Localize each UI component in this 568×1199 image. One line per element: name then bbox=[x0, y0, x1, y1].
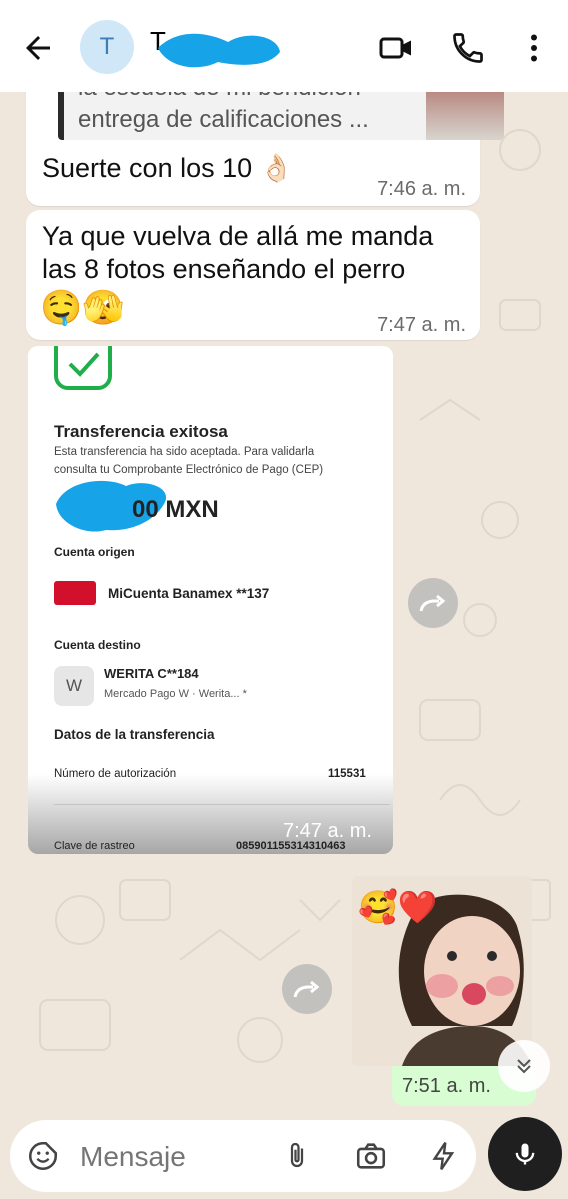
message-time: 7:46 a. m. bbox=[377, 178, 466, 200]
forward-icon bbox=[293, 980, 320, 998]
forward-icon bbox=[419, 594, 446, 612]
origin-account: MiCuenta Banamex **137 bbox=[108, 586, 270, 601]
photo-message[interactable]: 🥰❤️ bbox=[352, 876, 532, 1066]
video-call-icon[interactable] bbox=[378, 30, 414, 66]
dest-sub: Mercado Pago W · Werita... * bbox=[104, 688, 247, 700]
back-arrow-icon[interactable] bbox=[20, 30, 56, 66]
forward-button[interactable] bbox=[408, 578, 458, 628]
success-check-icon bbox=[54, 346, 112, 390]
receipt-desc: Esta transferencia ha sido aceptada. Par… bbox=[54, 446, 315, 458]
more-options-icon[interactable] bbox=[516, 30, 552, 66]
receipt-image-message[interactable]: Transferencia exitosa Esta transferencia… bbox=[28, 346, 393, 854]
camera-icon[interactable] bbox=[354, 1139, 388, 1173]
photo-emoji-sticker: 🥰❤️ bbox=[358, 889, 438, 925]
data-label: Datos de la transferencia bbox=[54, 727, 215, 742]
dest-name: WERITA C**184 bbox=[104, 666, 199, 681]
lightning-icon[interactable] bbox=[428, 1139, 460, 1173]
phone-call-icon[interactable] bbox=[450, 30, 486, 66]
message-input-bar bbox=[10, 1120, 476, 1192]
dest-avatar-icon: W bbox=[54, 666, 94, 706]
forward-button[interactable] bbox=[282, 964, 332, 1014]
quoted-line: entrega de calificaciones ... bbox=[78, 106, 369, 133]
voice-message-button[interactable] bbox=[488, 1117, 562, 1191]
received-message-bubble[interactable]: Ya que vuelva de allá me manda las 8 fot… bbox=[26, 210, 480, 340]
receipt-title: Transferencia exitosa bbox=[54, 422, 228, 441]
attach-icon[interactable] bbox=[282, 1139, 312, 1173]
message-time: 7:47 a. m. bbox=[283, 820, 372, 842]
dest-label: Cuenta destino bbox=[54, 638, 141, 652]
chat-header: T T bbox=[0, 0, 568, 92]
scroll-to-bottom-button[interactable] bbox=[498, 1040, 550, 1092]
message-input[interactable] bbox=[78, 1136, 272, 1178]
receipt-amount: 00 MXN bbox=[132, 496, 219, 523]
message-text: Ya que vuelva de allá me manda bbox=[42, 221, 434, 251]
microphone-icon bbox=[515, 1143, 535, 1165]
redaction-scribble bbox=[158, 33, 280, 68]
contact-avatar[interactable]: T bbox=[80, 20, 134, 74]
message-time: 7:51 a. m. bbox=[402, 1075, 491, 1097]
message-text: las 8 fotos enseñando el perro bbox=[42, 254, 406, 284]
double-chevron-down-icon bbox=[517, 1059, 531, 1074]
message-emoji: 🤤🫣 bbox=[40, 289, 125, 327]
bank-logo-icon bbox=[54, 581, 96, 605]
origin-label: Cuenta origen bbox=[54, 545, 135, 559]
message-text: Suerte con los 10 👌🏻 bbox=[42, 153, 294, 183]
message-time: 7:47 a. m. bbox=[377, 314, 466, 336]
track-label: Clave de rastreo bbox=[54, 840, 135, 852]
emoji-sticker-icon[interactable] bbox=[26, 1139, 60, 1173]
